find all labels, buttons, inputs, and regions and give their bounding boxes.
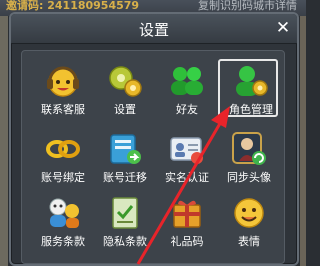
grid-item-account-bind[interactable]: 账号绑定 (32, 129, 92, 187)
background-left-edge (0, 16, 8, 266)
dialog-header: 设置 ✕ (11, 14, 297, 44)
grid-item-label: 表情 (238, 235, 260, 248)
grid-item-emoticon[interactable]: 表情 (218, 193, 278, 251)
settings-grid: 联系客服 设置 好友 角色管理 账号绑定 账号迁移 实名认证 同步头像 服务条款… (21, 50, 285, 264)
grid-item-label: 服务条款 (41, 235, 85, 248)
gift-code-icon (173, 200, 201, 228)
sync-avatar-icon (232, 132, 266, 165)
grid-item-label: 礼品码 (170, 235, 204, 248)
dialog-title: 设置 (138, 21, 169, 39)
background-right-edge (300, 16, 306, 266)
realname-auth-icon (170, 137, 203, 164)
grid-item-gift-code[interactable]: 礼品码 (156, 193, 216, 251)
role-management-icon (236, 66, 268, 96)
friends-icon (171, 67, 203, 95)
grid-item-role-management[interactable]: 角色管理 (218, 59, 278, 117)
grid-item-label: 同步头像 (227, 171, 271, 184)
grid-item-friends[interactable]: 好友 (156, 61, 216, 119)
grid-item-label: 隐私条款 (103, 235, 147, 248)
terms-of-service-icon (49, 198, 79, 228)
grid-item-realname-auth[interactable]: 实名认证 (156, 129, 216, 187)
grid-item-settings[interactable]: 设置 (94, 61, 154, 119)
close-button[interactable]: ✕ (271, 17, 295, 39)
grid-item-label: 实名认证 (165, 171, 209, 184)
grid-item-label: 好友 (176, 103, 198, 116)
settings-dialog: 设置 ✕ 联系客服 设置 好友 角色管理 账号绑定 账号迁移 实名认证 同步头像… (9, 12, 299, 266)
grid-item-terms-of-service[interactable]: 服务条款 (32, 193, 92, 251)
account-migrate-icon (110, 134, 141, 164)
account-bind-icon (46, 140, 80, 158)
grid-item-label: 账号迁移 (103, 171, 147, 184)
grid-item-label: 账号绑定 (41, 171, 85, 184)
grid-item-label: 角色管理 (229, 103, 273, 116)
privacy-terms-icon (112, 197, 138, 229)
grid-item-privacy-terms[interactable]: 隐私条款 (94, 193, 154, 251)
grid-item-account-migrate[interactable]: 账号迁移 (94, 129, 154, 187)
grid-item-sync-avatar[interactable]: 同步头像 (218, 129, 278, 187)
customer-service-icon (47, 66, 79, 97)
grid-item-label: 联系客服 (41, 103, 85, 116)
emoticon-icon (234, 198, 264, 228)
settings-gear-icon (109, 66, 142, 97)
grid-item-label: 设置 (114, 103, 136, 116)
grid-item-customer-service[interactable]: 联系客服 (32, 61, 92, 119)
